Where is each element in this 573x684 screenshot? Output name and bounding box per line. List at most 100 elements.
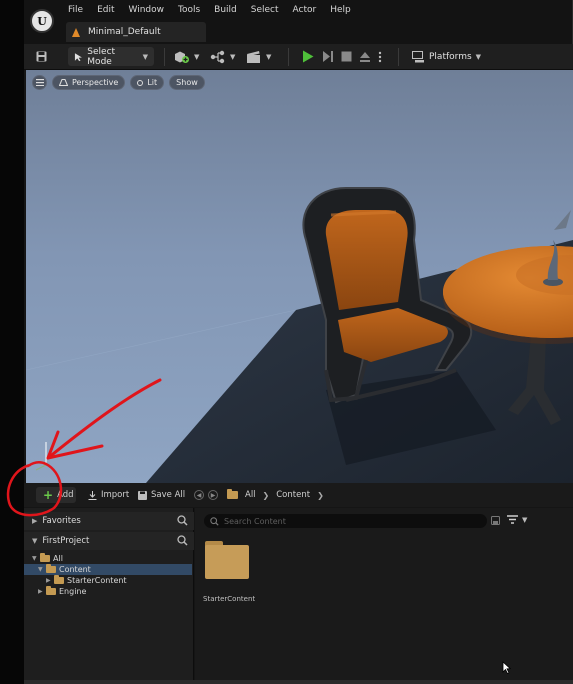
tree-item-label: Content [59,565,91,574]
back-arrow-icon[interactable]: ◀ [194,490,204,500]
project-label: FirstProject [42,536,90,546]
sources-panel: ▶ Favorites ▼ FirstProject ▼ All ▼ Conte… [24,508,194,680]
asset-folder-startercontent[interactable]: StarterContent [203,541,255,603]
save-all-button[interactable]: Save All [138,487,185,503]
history-navigation: ◀ ▶ [194,487,222,503]
select-mode-icon [74,52,82,61]
breadcrumb: All ❯ Content ❯ [227,487,331,503]
asset-label: StarterContent [203,595,256,603]
folder-icon [205,545,249,579]
folder-icon [227,489,238,499]
project-section[interactable]: ▼ FirstProject [24,532,194,550]
add-actor-icon [175,51,189,63]
menu-help[interactable]: Help [330,5,351,15]
favorites-label: Favorites [42,516,81,526]
folder-icon [46,564,56,573]
folder-icon [46,586,56,595]
show-label: Show [176,78,198,87]
level-viewport[interactable]: Perspective Lit Show [26,70,573,483]
tree-item-startercontent[interactable]: ▶ StarterContent [24,575,192,586]
plus-icon: + [43,488,54,502]
tree-item-all[interactable]: ▼ All [24,553,192,564]
lit-mode-button[interactable]: Lit [130,75,165,90]
perspective-label: Perspective [72,78,119,87]
eject-button[interactable] [359,47,371,66]
tree-item-engine[interactable]: ▶ Engine [24,586,192,597]
left-screen-edge [0,0,24,684]
tree-item-label: Engine [59,587,87,596]
search-icon[interactable] [177,535,188,546]
toolbar-separator [398,48,399,66]
chevron-down-icon: ▼ [194,52,200,61]
chevron-down-icon: ▼ [230,52,236,61]
hamburger-icon [35,79,44,86]
chevron-down-icon: ▼ [475,52,482,61]
chevron-down-icon: ▼ [142,52,148,61]
scene-render [26,187,573,483]
add-button[interactable]: + Add [36,487,76,503]
tree-item-label: StarterContent [67,576,127,585]
menu-tools[interactable]: Tools [178,5,200,15]
unreal-editor-window: U File Edit Window Tools Build Select Ac… [24,0,573,684]
search-bar [204,514,487,528]
stop-button[interactable] [341,47,352,66]
advance-frame-button[interactable] [322,47,334,66]
content-browser-toolbar: + Add Import Save All ◀ ▶ All ❯ Content … [24,483,573,507]
menu-file[interactable]: File [68,5,83,15]
save-all-label: Save All [151,490,186,500]
play-button[interactable] [302,47,314,66]
breadcrumb-all[interactable]: All [245,490,256,500]
search-input[interactable] [224,516,474,526]
level-tab[interactable]: Minimal_Default [66,22,206,42]
filter-button[interactable]: ▼ [507,515,527,524]
unreal-engine-logo[interactable]: U [30,9,54,33]
import-button[interactable]: Import [88,487,129,503]
lit-label: Lit [147,78,158,87]
menu-build[interactable]: Build [214,5,237,15]
perspective-icon [59,79,68,86]
breadcrumb-content[interactable]: Content [276,490,310,500]
blueprint-icon [210,50,225,63]
show-flags-button[interactable]: Show [169,75,205,90]
save-level-button[interactable] [32,47,50,66]
import-icon [88,490,97,500]
chevron-right-icon[interactable]: ❯ [317,491,324,500]
status-bar [24,680,573,684]
chevron-down-icon: ▼ [38,566,43,573]
save-search-icon[interactable] [491,516,500,525]
select-mode-label: Select Mode [87,46,116,67]
tree-item-content[interactable]: ▼ Content [24,564,192,575]
favorites-section[interactable]: ▶ Favorites [24,512,194,530]
forward-arrow-icon[interactable]: ▶ [208,490,218,500]
add-label: Add [57,490,74,500]
platforms-dropdown[interactable]: Platforms ▼ [412,47,481,66]
main-toolbar: Select Mode ▼ ▼ ▼ ▼ Platforms ▼ [24,44,573,70]
save-icon [36,51,46,62]
menu-select[interactable]: Select [251,5,279,15]
play-options-button[interactable] [378,47,382,66]
asset-view: ▼ StarterContent [195,508,573,680]
menu-actor[interactable]: Actor [293,5,317,15]
cinematics-button[interactable]: ▼ [246,47,271,66]
main-menu: File Edit Window Tools Build Select Acto… [68,5,365,15]
menu-window[interactable]: Window [129,5,165,15]
select-mode-dropdown[interactable]: Select Mode ▼ [68,46,154,67]
platforms-icon [412,50,424,62]
viewport-toolbar: Perspective Lit Show [32,75,210,90]
add-actor-button[interactable]: ▼ [174,47,199,66]
search-icon[interactable] [177,515,188,526]
chevron-down-icon: ▼ [32,537,38,545]
platforms-label: Platforms [429,51,472,62]
folder-icon [40,553,50,562]
chevron-down-icon: ▼ [32,555,37,562]
blueprints-button[interactable]: ▼ [210,47,235,66]
folder-icon [54,575,64,584]
viewport-options-button[interactable] [32,75,47,90]
play-icon [303,50,314,63]
perspective-button[interactable]: Perspective [52,75,126,90]
menu-edit[interactable]: Edit [97,5,114,15]
level-icon [72,27,80,37]
chevron-right-icon: ▶ [38,588,43,595]
lit-icon [137,79,144,86]
chevron-right-icon[interactable]: ❯ [263,491,270,500]
